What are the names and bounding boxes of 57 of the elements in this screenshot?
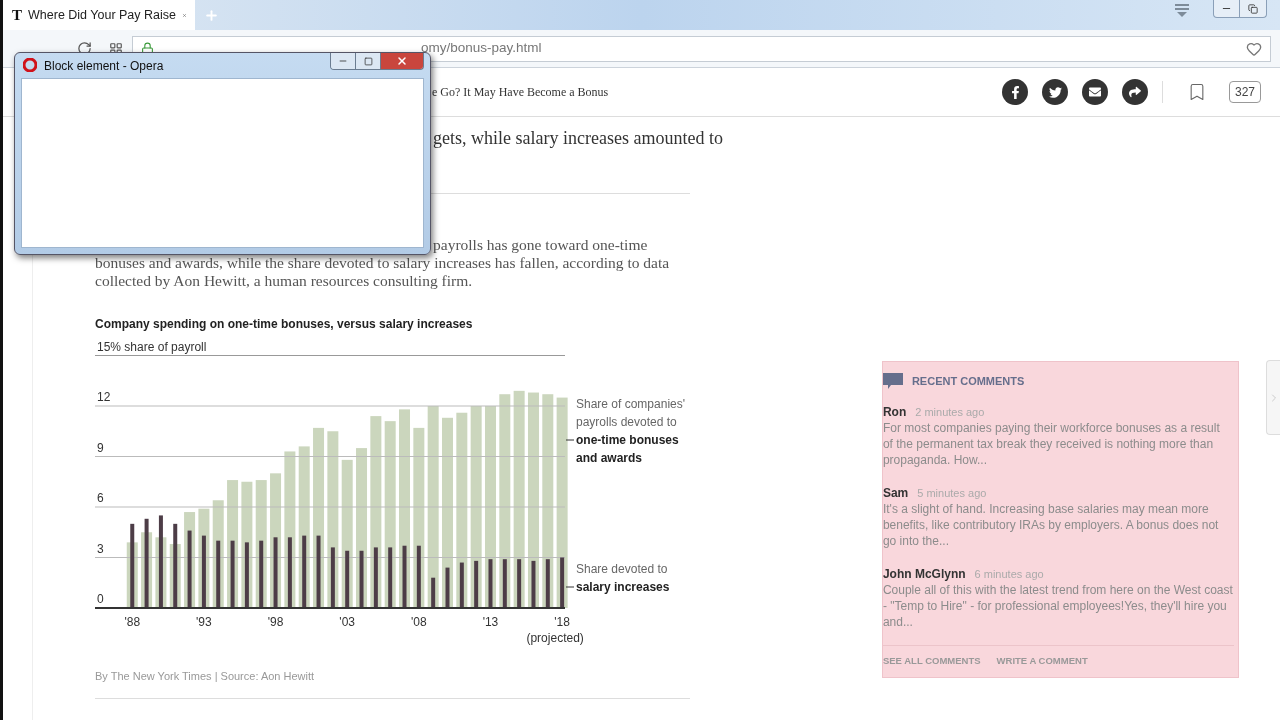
headline: e Go? It May Have Become a Bonus xyxy=(432,84,609,101)
leader-line xyxy=(565,586,575,588)
envelope-icon xyxy=(1089,86,1101,98)
comment-text: For most companies paying their workforce bonuses as a result of the permanent tax break they received is nothing more than propaganda. How... xyxy=(882,419,1221,468)
article-text: gets, while salary increases amounted to xyxy=(432,128,723,148)
bird-icon xyxy=(1048,85,1062,99)
opera-logo-icon xyxy=(23,58,37,72)
comment-author[interactable]: Sam xyxy=(882,484,909,501)
maximize-button[interactable] xyxy=(356,53,381,69)
axis-label: 3 xyxy=(97,541,104,556)
comment-time: 2 minutes ago xyxy=(915,404,985,420)
heart-icon[interactable] xyxy=(1246,40,1262,57)
close-icon xyxy=(396,55,408,67)
axis-label: 6 xyxy=(97,491,104,505)
tab-title: Where Did Your Pay Raise xyxy=(28,6,176,24)
restore-icon xyxy=(1248,3,1258,14)
legend-label: Share of companies' payrolls devoted to one-time bonuses and awards xyxy=(576,396,687,467)
comment-author[interactable]: John McGlynn xyxy=(882,565,966,582)
browser-tab[interactable]: T Where Did Your Pay Raise xyxy=(3,0,195,30)
speech-bubble-icon xyxy=(882,373,903,390)
comment-time: 6 minutes ago xyxy=(974,566,1044,582)
comments-heading: RECENT COMMENTS xyxy=(911,374,1025,389)
twitter-button[interactable] xyxy=(1042,79,1068,105)
comment-time: 5 minutes ago xyxy=(917,485,987,501)
url-text: omy/bonus-pay.html xyxy=(421,39,542,58)
share-button[interactable] xyxy=(1122,79,1148,105)
comments-count-button[interactable]: 327 xyxy=(1229,81,1261,103)
annotation-label: (projected) xyxy=(526,631,584,645)
comment-author[interactable]: Ron xyxy=(882,403,907,420)
axis-label: 12 xyxy=(97,390,111,404)
lock-icon xyxy=(141,42,154,55)
axis-label: 15% share of payroll xyxy=(97,339,207,354)
axis-label: 9 xyxy=(97,440,104,455)
axis-label: '88 xyxy=(124,615,141,629)
axis-label: 0 xyxy=(97,592,104,606)
leader-line xyxy=(565,439,575,441)
axis-label: '08 xyxy=(411,615,427,629)
email-button[interactable] xyxy=(1082,79,1108,105)
axis-label: '13 xyxy=(482,615,499,629)
facebook-button[interactable] xyxy=(1002,79,1028,105)
axis-label: '03 xyxy=(339,615,355,629)
axis-label: '93 xyxy=(196,615,212,629)
legend-label: Share devoted to salary increases xyxy=(576,561,671,596)
chart-description: payrolls has gone toward one-time bonuses and awards, while the share devoted to salary increases has fallen, according to data collected by Aon Hewitt, a human resources consulting firm. xyxy=(95,236,671,290)
menu-icon[interactable] xyxy=(1175,3,1189,17)
address-field[interactable]: omy/bonus-pay.html xyxy=(132,35,1271,62)
chart-title: Company spending on one-time bonuses, versus salary increases xyxy=(95,316,474,332)
chart-credit: By The New York Times | Source: Aon Hewitt xyxy=(95,669,316,683)
site-logo: T xyxy=(12,5,22,25)
comment-text: It's a slight of hand. Increasing base salaries may mean more benefits, like contributory IRAs by employers. A bonus does not go into the... xyxy=(882,500,1220,549)
maximize-icon xyxy=(363,56,373,66)
axis-label: '18 xyxy=(554,615,570,629)
comment-text: Couple all of this with the latest trend from here on the West coast - "Temp to Hire" - for professional employees!Yes, they'll hire you and... xyxy=(882,581,1233,630)
share-icon xyxy=(1129,86,1141,98)
close-button[interactable] xyxy=(381,53,423,69)
axis-label: '98 xyxy=(267,615,284,629)
minimize-button[interactable] xyxy=(331,53,356,69)
